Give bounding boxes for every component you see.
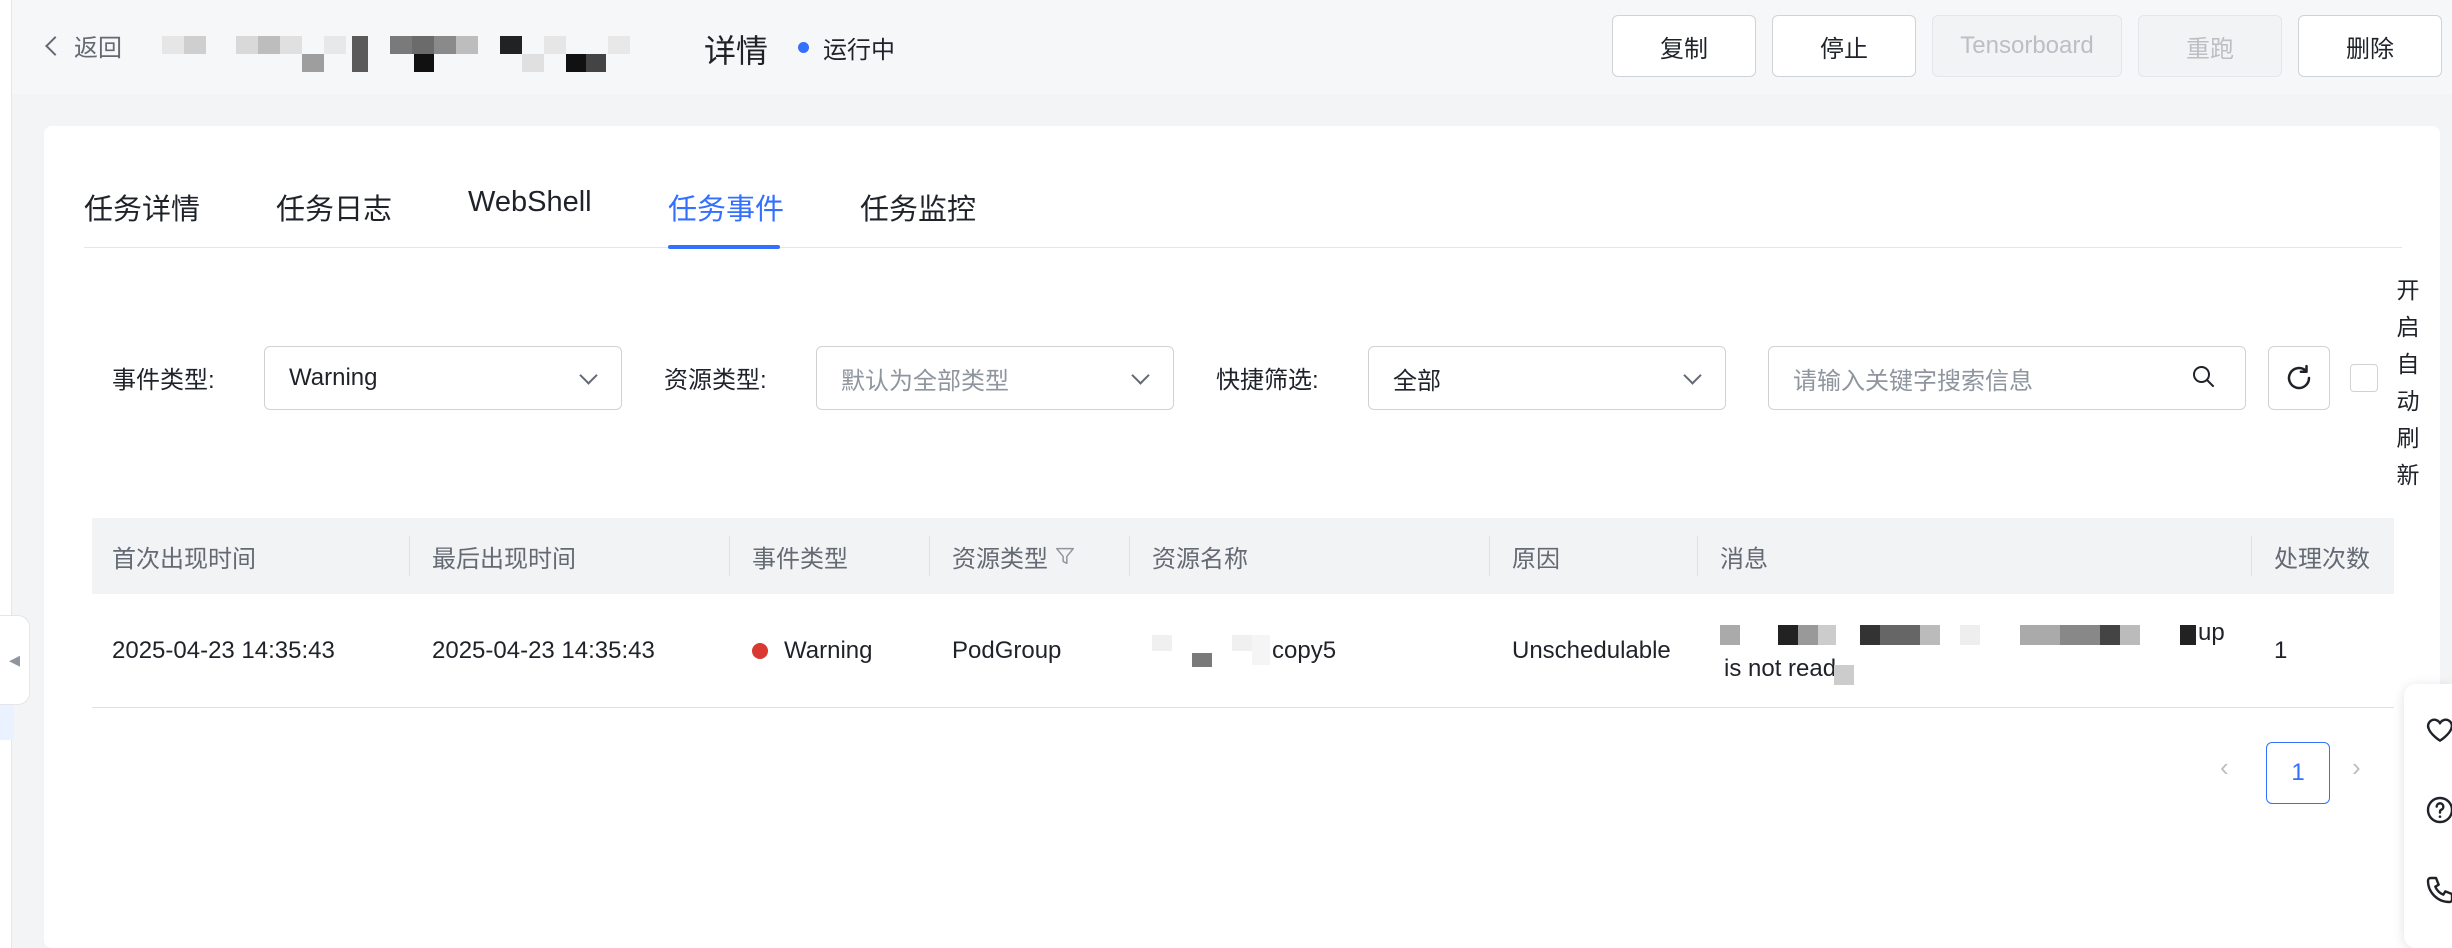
main-card: 任务详情 任务日志 WebShell 任务事件 任务监控 事件类型: Warni… xyxy=(44,126,2440,948)
event-type-label: 事件类型: xyxy=(112,367,215,394)
cell-count: 1 xyxy=(2274,637,2288,664)
tab-task-events[interactable]: 任务事件 xyxy=(668,186,784,228)
event-type-value: Warning xyxy=(289,364,378,391)
stop-button[interactable]: 停止 xyxy=(1772,15,1916,77)
status-dot-icon xyxy=(798,42,809,53)
next-page-button[interactable]: › xyxy=(2352,752,2361,783)
chevron-left-icon: ◂ xyxy=(8,647,21,672)
cell-first-seen: 2025-04-23 14:35:43 xyxy=(112,637,335,664)
cell-reason: Unschedulable xyxy=(1512,637,1671,664)
active-tab-indicator xyxy=(668,245,780,249)
heart-icon[interactable] xyxy=(2424,714,2452,746)
help-icon[interactable] xyxy=(2424,794,2452,826)
search-input[interactable]: 请输入关键字搜索信息 xyxy=(1768,346,2246,410)
copy-button[interactable]: 复制 xyxy=(1612,15,1756,77)
event-type-select[interactable]: Warning xyxy=(264,346,622,410)
auto-refresh-label: 开启自动刷新 xyxy=(2396,277,2420,488)
search-placeholder: 请输入关键字搜索信息 xyxy=(1793,367,2033,395)
chevron-down-icon xyxy=(1131,366,1150,385)
chevron-right-icon: › xyxy=(2352,752,2361,782)
prev-page-button[interactable]: ‹ xyxy=(2220,752,2229,783)
tab-task-logs[interactable]: 任务日志 xyxy=(276,186,392,228)
resource-type-select[interactable]: 默认为全部类型 xyxy=(816,346,1174,410)
redacted-text xyxy=(1152,631,1272,671)
left-sidebar: ◂ xyxy=(0,0,30,948)
chevron-left-icon: ‹ xyxy=(2220,752,2229,782)
page-header: 返回 详情 运行中 复制 停止 Tensorboard 重跑 删除 xyxy=(12,0,2452,94)
phone-icon[interactable] xyxy=(2424,874,2452,906)
col-count: 处理次数 xyxy=(2274,545,2370,573)
chevron-down-icon xyxy=(579,366,598,385)
task-name-redacted xyxy=(162,28,692,74)
col-reason: 原因 xyxy=(1492,518,1698,594)
tab-bar: 任务详情 任务日志 WebShell 任务事件 任务监控 xyxy=(84,156,2402,249)
tab-task-details[interactable]: 任务详情 xyxy=(84,186,200,228)
tensorboard-button[interactable]: Tensorboard xyxy=(1932,15,2122,77)
col-event-type: 事件类型 xyxy=(732,518,930,594)
col-resource-type: 资源类型 xyxy=(932,518,1130,594)
quick-filter-label: 快捷筛选: xyxy=(1216,367,1319,394)
cell-event-type: Warning xyxy=(732,594,932,708)
cell-last-seen: 2025-04-23 14:35:43 xyxy=(432,637,655,664)
refresh-icon xyxy=(2287,364,2311,390)
quick-filter-select[interactable]: 全部 xyxy=(1368,346,1726,410)
table-row: 2025-04-23 14:35:43 2025-04-23 14:35:43 … xyxy=(92,594,2394,708)
status-badge: 运行中 xyxy=(798,30,895,65)
auto-refresh-checkbox[interactable] xyxy=(2350,364,2378,392)
floating-toolbar xyxy=(2404,684,2452,948)
col-message: 消息 xyxy=(1700,518,2252,594)
col-resource-name: 资源名称 xyxy=(1132,518,1490,594)
quick-filter-value: 全部 xyxy=(1393,367,1441,395)
back-link[interactable]: 返回 xyxy=(45,28,122,63)
cell-resource-name: copy5 xyxy=(1132,594,1492,708)
back-label: 返回 xyxy=(74,35,122,62)
delete-button[interactable]: 删除 xyxy=(2298,15,2442,77)
tab-task-monitor[interactable]: 任务监控 xyxy=(860,186,976,228)
page-title-suffix: 详情 xyxy=(704,33,769,69)
filter-icon[interactable] xyxy=(1054,545,1076,567)
page-1-button[interactable]: 1 xyxy=(2266,742,2330,804)
tab-webshell[interactable]: WebShell xyxy=(468,186,592,219)
sidebar-active-indicator xyxy=(0,700,14,740)
rerun-button[interactable]: 重跑 xyxy=(2138,15,2282,77)
table-header: 首次出现时间 最后出现时间 事件类型 资源类型 资源名称 原因 消息 处理次数 xyxy=(92,518,2394,594)
cell-resource-type: PodGroup xyxy=(952,637,1062,664)
warning-dot-icon xyxy=(752,643,768,659)
cell-message: up is not read xyxy=(1700,594,2254,708)
col-first-seen: 首次出现时间 xyxy=(92,518,410,594)
message-text: up is not read xyxy=(1720,615,2240,687)
refresh-button[interactable] xyxy=(2268,346,2330,410)
chevron-left-icon xyxy=(45,35,65,56)
chevron-down-icon xyxy=(1683,366,1702,385)
search-icon[interactable] xyxy=(2191,364,2215,388)
sidebar-collapse-button[interactable]: ◂ xyxy=(0,615,30,705)
resource-type-label: 资源类型: xyxy=(664,367,767,394)
resource-type-placeholder: 默认为全部类型 xyxy=(841,367,1009,395)
col-last-seen: 最后出现时间 xyxy=(412,518,730,594)
status-label: 运行中 xyxy=(823,37,895,64)
